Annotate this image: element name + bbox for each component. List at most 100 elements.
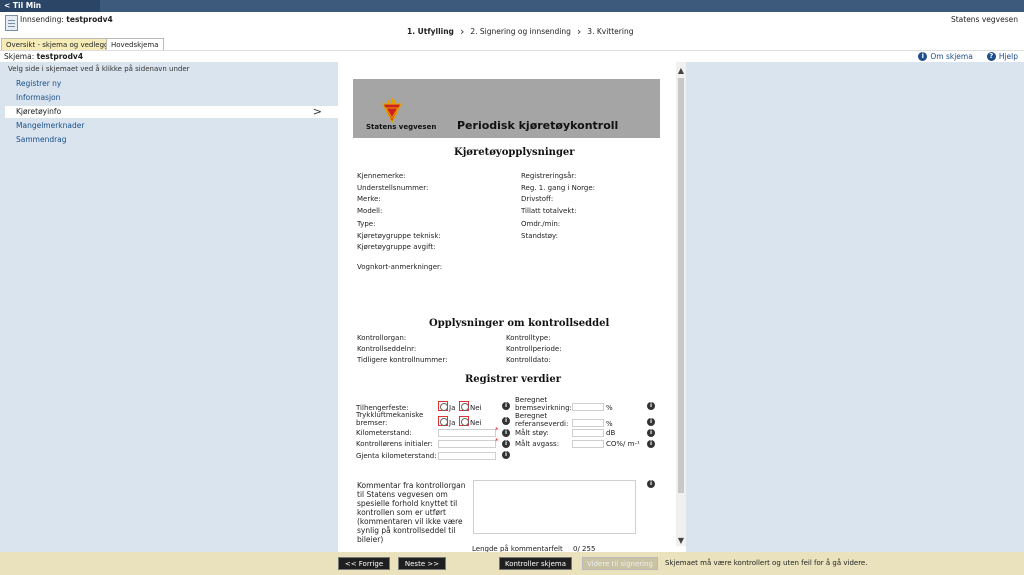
label-type: Type: [357,220,376,228]
section-kjoretoyopplysninger: Kjøretøyopplysninger [454,147,575,158]
label-understellsnummer: Understellsnummer: [357,184,429,192]
step-utfylling: 1. Utfylling [407,27,454,36]
label-nei: Nei [470,419,482,427]
nav-item-informasjon[interactable]: Informasjon [5,92,338,104]
kommentar-textarea[interactable] [473,480,636,534]
label-standstoy: Standstøy: [521,232,559,240]
header: Innsending: testprodv4 Statens vegvesen … [0,12,1024,50]
top-bar: < Til Min meldingsboks [0,0,1024,22]
initialer-input[interactable] [438,440,496,448]
kilometerstand-input[interactable] [438,429,496,437]
referanseverdi-input[interactable] [572,419,604,427]
trykkluft-nei-radio[interactable] [459,416,469,426]
hjelp-link[interactable]: ? Hjelp [986,52,1018,61]
videre-til-signering-button[interactable]: Videre til signering [582,557,658,570]
om-skjema-link[interactable]: i Om skjema [918,52,973,61]
chevron-right-icon: › [459,24,465,38]
label-registreringsar: Registreringsår: [521,172,577,180]
skjema-label: Skjema: [4,52,35,61]
form-scrollbar[interactable]: ▲ ▼ [676,62,686,546]
nav-item-registrer-ny[interactable]: Registrer ny [5,78,338,90]
hjelp-label: Hjelp [998,52,1018,61]
innsending-value: testprodv4 [66,15,113,24]
chevron-right-icon: › [576,24,582,38]
label-kommentar: Kommentar fra kontrollorgan til Statens … [357,481,466,544]
label-kontrollseddelnr: Kontrollseddelnr: [357,345,417,353]
nav-item-kjoretoyinfo[interactable]: Kjøretøyinfo > [5,106,338,118]
validation-message: Skjemaet må være kontrollert og uten fei… [665,559,868,567]
label-kontrollperiode: Kontrollperiode: [506,345,562,353]
label-vognkort-anmerkninger: Vognkort-anmerkninger: [357,263,443,271]
unit-co: CO%/ m-¹ [606,440,640,448]
info-icon[interactable]: i [647,440,655,448]
label-tillatt-totalvekt: Tillatt totalvekt: [521,207,577,215]
scroll-down-icon[interactable]: ▼ [676,536,686,546]
bremsevirkning-input[interactable] [572,403,604,411]
label-modell: Modell: [357,207,383,215]
tab-oversikt[interactable]: Oversikt - skjema og vedlegg [1,38,114,50]
scrollbar-thumb[interactable] [678,78,684,493]
label-ja: Ja [449,419,456,427]
chevron-right-icon: > [312,105,322,118]
form-title: Periodisk kjøretøykontroll [457,119,619,132]
logo-text: Statens vegvesen [366,123,437,131]
label-merke: Merke: [357,195,381,203]
info-icon[interactable]: i [502,429,510,437]
tilhengerfeste-nei-radio[interactable] [459,401,469,411]
help-links: i Om skjema ? Hjelp [918,52,1018,61]
forrige-button[interactable]: << Forrige [338,557,390,570]
label-nei: Nei [470,404,482,412]
required-marker: * [495,426,499,434]
info-icon[interactable]: i [502,417,510,425]
tab-hovedskjema[interactable]: Hovedskjema [106,38,164,50]
tilhengerfeste-ja-radio[interactable] [438,401,448,411]
page-navigation-panel: Velg side i skjemaet ved å klikke på sid… [0,62,338,552]
info-icon[interactable]: i [502,440,510,448]
info-icon[interactable]: i [647,402,655,410]
info-icon[interactable]: i [647,429,655,437]
innsending-info: Innsending: testprodv4 [20,15,113,24]
progress-steps: 1. Utfylling › 2. Signering og innsendin… [407,24,639,38]
label-gjenta-kilometerstand: Gjenta kilometerstand: [356,452,437,460]
nav-item-label: Kjøretøyinfo [16,107,62,116]
info-icon[interactable]: i [502,402,510,410]
section-kontrollseddel: Opplysninger om kontrollseddel [429,318,610,329]
unit-percent: % [606,420,613,428]
right-panel [686,62,1024,552]
unit-percent: % [606,404,613,412]
nav-item-sammendrag[interactable]: Sammendrag [5,134,338,146]
info-icon[interactable]: i [647,418,655,426]
label-drivstoff: Drivstoff: [521,195,554,203]
skjema-value: testprodv4 [36,52,84,61]
nav-item-mangelmerknader[interactable]: Mangelmerknader [5,120,338,132]
help-icon: ? [986,52,996,61]
scroll-up-icon[interactable]: ▲ [676,66,686,76]
label-trykkluft: Trykkluftmekaniske bremser: [356,411,424,427]
label-malt-stoy: Målt støy: [515,429,549,437]
skjema-info: Skjema: testprodv4 [4,52,83,61]
form-subbar: Skjema: testprodv4 i Om skjema ? Hjelp [0,50,1024,62]
label-malt-avgass: Målt avgass: [515,440,560,448]
label-kontrollorgan: Kontrollorgan: [357,334,407,342]
label-kontrolltype: Kontrolltype: [506,334,551,342]
info-icon[interactable]: i [647,480,655,488]
required-marker: * [495,437,499,445]
malt-stoy-input[interactable] [572,429,604,437]
gjenta-kilometerstand-input[interactable] [438,452,496,460]
label-bremsevirkning: Beregnet bremsevirkning: [515,396,572,412]
label-kontrollorens-initialer: Kontrollørens initialer: [356,440,433,448]
kontroller-skjema-button[interactable]: Kontroller skjema [499,557,572,570]
navigation-hint: Velg side i skjemaet ved å klikke på sid… [8,65,190,73]
malt-avgass-input[interactable] [572,440,604,448]
info-icon[interactable]: i [502,451,510,459]
neste-button[interactable]: Neste >> [398,557,446,570]
label-kjennemerke: Kjennemerke: [357,172,406,180]
label-kontrolldato: Kontrolldato: [506,356,551,364]
trykkluft-ja-radio[interactable] [438,416,448,426]
label-tidligere-kontrollnummer: Tidligere kontrollnummer: [357,356,448,364]
back-to-inbox-button[interactable]: < Til Min meldingsboks [0,0,100,22]
document-icon [5,15,18,31]
label-kilometerstand: Kilometerstand: [356,429,412,437]
unit-db: dB [606,429,616,437]
statens-vegvesen-logo [382,98,402,124]
